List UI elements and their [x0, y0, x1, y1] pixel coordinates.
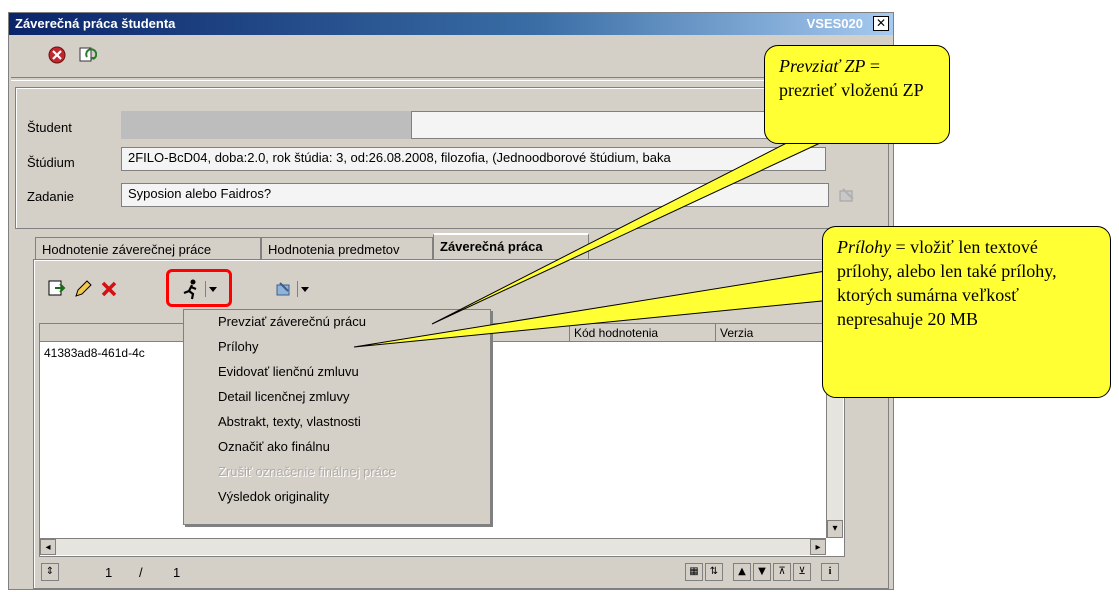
callout-top-emphasis: Prevziať ZP [779, 56, 866, 76]
callout-top-rest: = [865, 56, 881, 76]
right-callout-pointer [353, 269, 833, 348]
callout-top-line2: prezrieť vloženú ZP [779, 80, 924, 100]
callout-prilohy: Prílohy = vložiť len textové prílohy, al… [822, 226, 1111, 398]
callout-prevziat-zp: Prevziať ZP = prezrieť vloženú ZP [764, 45, 950, 144]
callout-right-emphasis: Prílohy [837, 237, 891, 257]
